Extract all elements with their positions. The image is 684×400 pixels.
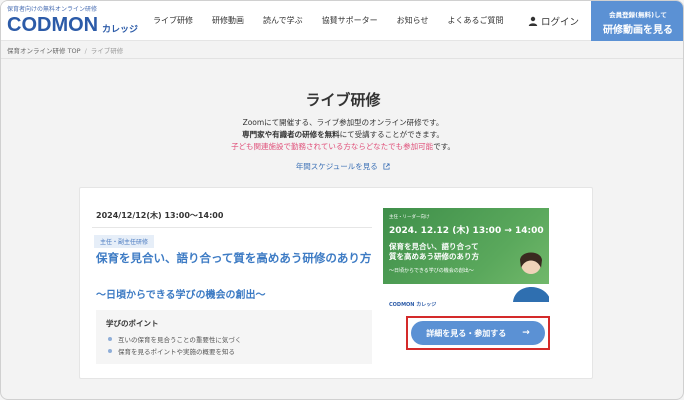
learning-points: 学びのポイント 互いの保育を見合うことの重要性に気づく 保育を見るポイントや実施… [96,310,372,364]
intro-line-3: 子ども関連施設で勤務されている方ならどなたでも参加可能です。 [1,141,683,153]
browser-frame: 保育者向けの無料オンライン研修 CODMON カレッジ ライブ研修 研修動画 読… [0,0,684,400]
card-divider [92,227,372,228]
speaker-photo [513,252,549,302]
page-title: ライブ研修 [305,91,381,109]
banner-title-line1: 保育を見合い、語り合って [389,242,479,251]
cta-line2: 研修動画を見る [603,25,673,36]
course-subtitle: 〜日頃からできる学びの機会の創出〜 [96,290,266,301]
nav-item-read[interactable]: 読んで学ぶ [263,15,303,26]
bullet-icon [108,349,112,353]
learning-points-heading: 学びのポイント [106,319,159,328]
intro-line-2: 専門家や有識者の研修を無料にて受講することができます。 [1,129,683,141]
breadcrumb: 保育オンライン研修 TOP / ライブ研修 [7,45,123,55]
course-banner-image[interactable]: 主任・リーダー向け 2024. 12.12 (木) 13:00 → 14:00 … [383,208,549,310]
site-logo[interactable]: 保育者向けの無料オンライン研修 CODMON カレッジ [7,4,147,38]
intro-line-3-rest: です。 [433,142,455,151]
live-course-card: 2024/12/12(木) 13:00〜14:00 主任・副主任研修 保育を見合… [79,187,593,379]
nav-item-videos[interactable]: 研修動画 [212,15,244,26]
intro-bold: 専門家や有識者の研修を無料 [242,130,340,139]
intro-line-2-rest: にて受講することができます。 [339,130,444,139]
logo-subtitle: カレッジ [102,25,139,35]
banner-logo: CODMON カレッジ [389,302,437,308]
nav-item-sponsors[interactable]: 協賛サポーター [322,15,378,26]
detail-join-button[interactable]: 詳細を見る・参加する → [411,321,545,345]
schedule-link-label: 年間スケジュールを見る [295,162,378,171]
login-label: ログイン [541,17,580,28]
nav-item-news[interactable]: お知らせ [397,15,429,26]
detail-button-label: 詳細を見る・参加する [426,328,507,338]
intro-pink: 子ども関連施設で勤務されている方ならどなたでも参加可能 [231,142,434,151]
learning-point-text: 保育を見るポイントや実施の概要を知る [118,348,235,356]
logo-tagline: 保育者向けの無料オンライン研修 [7,6,98,13]
site-header: 保育者向けの無料オンライン研修 CODMON カレッジ ライブ研修 研修動画 読… [1,1,683,41]
learning-point-text: 互いの保育を見合うことの重要性に気づく [118,336,242,344]
banner-audience: 主任・リーダー向け [389,215,430,220]
banner-subtitle: 〜日頃からできる学びの機会の創出〜 [389,268,474,274]
user-icon [528,16,538,26]
learning-point: 互いの保育を見合うことの重要性に気づく [108,334,241,344]
logo-wordmark: CODMON [7,14,99,36]
intro-line-1: Zoomにて開催する、ライブ参加型のオンライン研修です。 [242,118,444,127]
arrow-right-icon: → [522,328,530,338]
course-category-tag: 主任・副主任研修 [94,235,155,248]
breadcrumb-current: ライブ研修 [90,47,124,55]
bullet-icon [108,337,112,341]
breadcrumb-separator: / [84,47,87,55]
schedule-link[interactable]: 年間スケジュールを見る [1,161,683,172]
banner-title-line2: 質を高めあう研修のあり方 [389,252,479,261]
main-nav: ライブ研修 研修動画 読んで学ぶ 協賛サポーター お知らせ よくあるご質問 [153,15,522,26]
nav-item-faq[interactable]: よくあるご質問 [447,15,503,26]
nav-item-live[interactable]: ライブ研修 [153,15,193,26]
intro-text: Zoomにて開催する、ライブ参加型のオンライン研修です。 専門家や有識者の研修を… [1,117,683,153]
banner-title: 保育を見合い、語り合って 質を高めあう研修のあり方 [389,242,479,262]
login-link[interactable]: ログイン [528,14,579,28]
external-link-icon [383,163,390,170]
divider [1,58,683,59]
learning-point: 保育を見るポイントや実施の概要を知る [108,346,235,356]
course-title[interactable]: 保育を見合い、語り合って質を高めあう研修のあり方 [96,249,372,267]
register-cta-button[interactable]: 会員登録(無料)して 研修動画を見る [591,1,683,41]
detail-button-highlight: 詳細を見る・参加する → [406,316,550,350]
course-date: 2024/12/12(木) 13:00〜14:00 [96,211,224,220]
banner-date: 2024. 12.12 (木) 13:00 → 14:00 [389,226,544,236]
breadcrumb-home[interactable]: 保育オンライン研修 TOP [7,47,81,55]
cta-line1: 会員登録(無料)して [609,11,667,19]
